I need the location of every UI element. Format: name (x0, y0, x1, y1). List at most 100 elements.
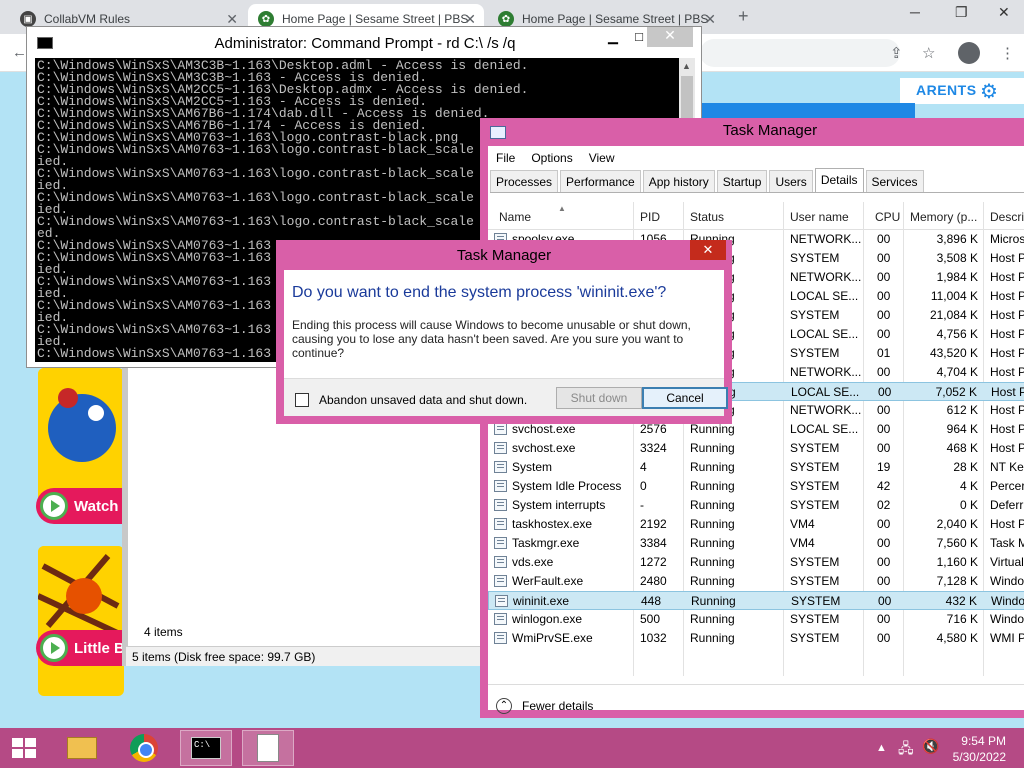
process-desc: Percer (990, 479, 1024, 493)
tray-overflow-icon[interactable]: ▲ (876, 742, 887, 754)
windows-start-icon[interactable] (12, 738, 36, 758)
gear-icon[interactable]: ⚙ (980, 79, 998, 104)
dialog-title: Task Manager (456, 247, 552, 264)
process-row[interactable]: vds.exe 1272 Running SYSTEM 00 1,160 K Virtual (488, 553, 1024, 572)
process-mem: 28 K (953, 460, 978, 474)
process-row[interactable]: svchost.exe 3324 Running SYSTEM 00 468 K Host … (488, 439, 1024, 458)
process-desc: Deferr (990, 498, 1024, 512)
process-cpu: 00 (877, 308, 891, 322)
process-name: WmiPrvSE.exe (512, 631, 593, 645)
menu-file[interactable]: File (488, 146, 523, 168)
speaker-muted-icon[interactable]: 🔇 (922, 738, 939, 755)
close-icon[interactable]: ✕ (647, 27, 693, 47)
scroll-up-icon[interactable]: ▲ (682, 61, 691, 71)
details-header: Name PID Status User name CPU Memory (p.… (488, 202, 1024, 230)
process-desc: Host P (990, 441, 1024, 455)
minimize-icon[interactable]: ─ (910, 4, 920, 20)
cancel-button[interactable]: Cancel (642, 387, 728, 409)
taskbar-file-explorer[interactable] (56, 730, 108, 766)
process-pid: 3384 (640, 536, 667, 550)
process-row[interactable]: winlogon.exe 500 Running SYSTEM 00 716 K Windo (488, 610, 1024, 629)
taskbar-chrome[interactable] (118, 730, 170, 766)
process-icon (494, 537, 507, 549)
process-mem: 2,040 K (936, 517, 978, 531)
process-row[interactable]: wininit.exe 448 Running SYSTEM 00 432 K Windo (488, 591, 1024, 610)
show-card-little-bird[interactable] (38, 546, 124, 696)
process-row[interactable]: Taskmgr.exe 3384 Running VM4 00 7,560 K Task M (488, 534, 1024, 553)
bookmark-star-icon[interactable]: ☆ (922, 44, 935, 62)
process-desc: Task M (990, 536, 1024, 550)
share-icon[interactable]: ⇪ (890, 44, 903, 62)
clock-time[interactable]: 9:54 PM (956, 734, 1006, 748)
profile-avatar[interactable] (958, 42, 980, 64)
column-memory[interactable]: Memory (p... (910, 210, 977, 224)
process-row[interactable]: System interrupts - Running SYSTEM 02 0 K Defe… (488, 496, 1024, 515)
minimize-icon[interactable]: ▁ (599, 29, 627, 49)
process-desc: Windo (990, 612, 1024, 626)
tab-processes[interactable]: Processes (490, 170, 559, 192)
column-cpu[interactable]: CPU (875, 210, 900, 224)
process-mem: 1,160 K (936, 555, 978, 569)
column-pid[interactable]: PID (640, 210, 660, 224)
restore-icon[interactable]: ❐ (955, 4, 968, 21)
menu-dots-icon[interactable]: ⋮ (1000, 44, 1015, 62)
process-cpu: 02 (877, 498, 891, 512)
new-tab-button[interactable]: + (738, 6, 749, 27)
little-bird-label: Little B (74, 639, 125, 657)
process-name: Taskmgr.exe (512, 536, 580, 550)
close-icon[interactable]: ✕ (998, 4, 1010, 21)
abandon-data-label[interactable]: Abandon unsaved data and shut down. (319, 393, 527, 407)
taskbar: C:\ ▲ 🖧 🔇 (0, 728, 1024, 768)
process-pid: 0 (640, 479, 647, 493)
shut-down-button[interactable]: Shut down (556, 387, 642, 409)
pbs-favicon-icon: ✿ (498, 11, 514, 27)
menu-options[interactable]: Options (523, 146, 580, 168)
process-user: NETWORK... (790, 270, 862, 284)
column-user-name[interactable]: User name (790, 210, 849, 224)
tab-users[interactable]: Users (769, 170, 813, 192)
process-row[interactable]: System 4 Running SYSTEM 19 28 K NT Ker (488, 458, 1024, 477)
network-icon[interactable]: 🖧 (898, 738, 914, 762)
close-icon[interactable]: ✕ (690, 240, 726, 260)
taskbar-command-prompt[interactable]: C:\ (180, 730, 232, 766)
fewer-details-link[interactable]: Fewer details (522, 699, 593, 713)
close-icon[interactable]: ✕ (704, 11, 716, 28)
tab-details[interactable]: Details (814, 168, 864, 192)
play-icon (40, 492, 68, 520)
process-user: SYSTEM (790, 308, 840, 322)
watch-button[interactable]: Watch (36, 488, 126, 524)
tab-label: CollabVM Rules (44, 12, 131, 26)
taskbar-document[interactable] (242, 730, 294, 766)
process-row[interactable]: System Idle Process 0 Running SYSTEM 42 4 K Pe… (488, 477, 1024, 496)
process-row[interactable]: taskhostex.exe 2192 Running VM4 00 2,040 K Hos… (488, 515, 1024, 534)
back-arrow-icon[interactable]: ← (12, 44, 27, 61)
parents-link[interactable]: ARENTS (916, 82, 977, 98)
process-cpu: 00 (877, 365, 891, 379)
address-bar[interactable] (700, 39, 900, 67)
tab-performance[interactable]: Performance (560, 170, 641, 192)
menu-view[interactable]: View (581, 146, 623, 168)
tab-app-history[interactable]: App history (642, 170, 715, 192)
tab-startup[interactable]: Startup (716, 170, 768, 192)
column-description[interactable]: Descrip (990, 210, 1024, 224)
process-user: LOCAL SE... (790, 327, 859, 341)
tab-services[interactable]: Services (865, 170, 924, 192)
process-status: Running (690, 460, 735, 474)
process-cpu: 00 (877, 612, 891, 626)
cmd-titlebar[interactable]: Administrator: Command Prompt - rd C:\ /… (27, 27, 701, 58)
clock-date[interactable]: 5/30/2022 (946, 750, 1006, 764)
process-pid: 2576 (640, 422, 667, 436)
process-desc: Host P (990, 403, 1024, 417)
little-bird-button[interactable]: Little B (36, 630, 126, 666)
column-name[interactable]: Name (499, 210, 531, 224)
process-pid: - (640, 498, 644, 512)
process-row[interactable]: WerFault.exe 2480 Running SYSTEM 00 7,128 K Wi… (488, 572, 1024, 591)
process-pid: 1272 (640, 555, 667, 569)
process-row[interactable]: WmiPrvSE.exe 1032 Running SYSTEM 00 4,580 K WM… (488, 629, 1024, 648)
chevron-up-icon[interactable]: ⌃ (496, 698, 512, 714)
process-cpu: 00 (877, 517, 891, 531)
sort-ascending-icon: ▲ (558, 204, 566, 213)
process-user: VM4 (790, 517, 815, 531)
column-status[interactable]: Status (690, 210, 724, 224)
abandon-data-checkbox[interactable] (295, 393, 309, 407)
